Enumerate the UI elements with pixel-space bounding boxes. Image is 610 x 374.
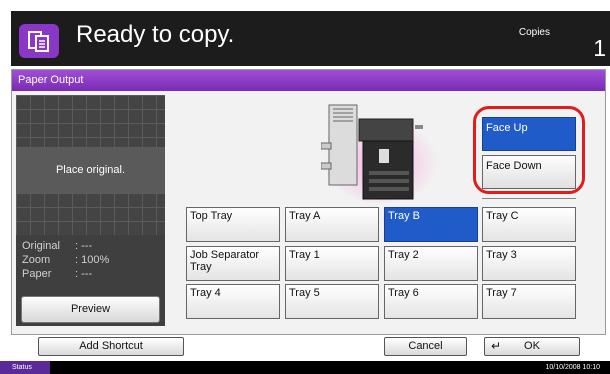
info-label: Original xyxy=(22,240,60,252)
copier-screen: Ready to copy. Copies 1 Paper Output Pla… xyxy=(0,0,610,374)
status-bar: Status 10/10/2008 10:10 xyxy=(0,361,610,374)
add-shortcut-button[interactable]: Add Shortcut xyxy=(38,337,184,356)
status-button[interactable]: Status xyxy=(0,361,50,374)
header-bar: Ready to copy. Copies 1 xyxy=(11,11,610,66)
face-up-button[interactable]: Face Up xyxy=(482,117,576,151)
place-original-message: Place original. xyxy=(16,147,165,193)
tray-4-button[interactable]: Tray 4 xyxy=(186,284,280,319)
panel-title: Paper Output xyxy=(12,70,605,91)
preview-area: Place original. Original : --- Zoom : 10… xyxy=(16,95,165,326)
ok-label: OK xyxy=(524,340,540,352)
tray-6-button[interactable]: Tray 6 xyxy=(384,284,478,319)
ok-button[interactable]: ↵ OK xyxy=(484,337,580,356)
tray-top-tray-button[interactable]: Top Tray xyxy=(186,207,280,242)
info-label: Paper xyxy=(22,268,52,280)
info-value: : --- xyxy=(75,240,93,252)
tray-7-button[interactable]: Tray 7 xyxy=(482,284,576,319)
info-value: : 100% xyxy=(75,254,110,266)
copy-icon xyxy=(19,24,59,58)
tray-5-button[interactable]: Tray 5 xyxy=(285,284,379,319)
status-message: Ready to copy. xyxy=(76,21,235,48)
tray-c-button[interactable]: Tray C xyxy=(482,207,576,242)
tray-b-button[interactable]: Tray B xyxy=(384,207,478,242)
tray-1-button[interactable]: Tray 1 xyxy=(285,246,379,281)
divider xyxy=(482,198,576,199)
tray-3-button[interactable]: Tray 3 xyxy=(482,246,576,281)
tray-job-separator-button[interactable]: Job Separator Tray xyxy=(186,246,280,281)
tray-2-button[interactable]: Tray 2 xyxy=(384,246,478,281)
enter-icon: ↵ xyxy=(491,339,502,353)
cancel-button[interactable]: Cancel xyxy=(384,337,467,356)
copies-label: Copies xyxy=(518,27,550,38)
info-value: : --- xyxy=(75,268,93,280)
info-label: Zoom xyxy=(22,254,51,266)
date-time: 10/10/2008 10:10 xyxy=(545,364,601,371)
copies-count: 1 xyxy=(593,35,606,61)
tray-a-button[interactable]: Tray A xyxy=(285,207,379,242)
printer-image xyxy=(321,104,439,203)
preview-button[interactable]: Preview xyxy=(21,296,160,323)
face-down-button[interactable]: Face Down xyxy=(482,155,576,189)
